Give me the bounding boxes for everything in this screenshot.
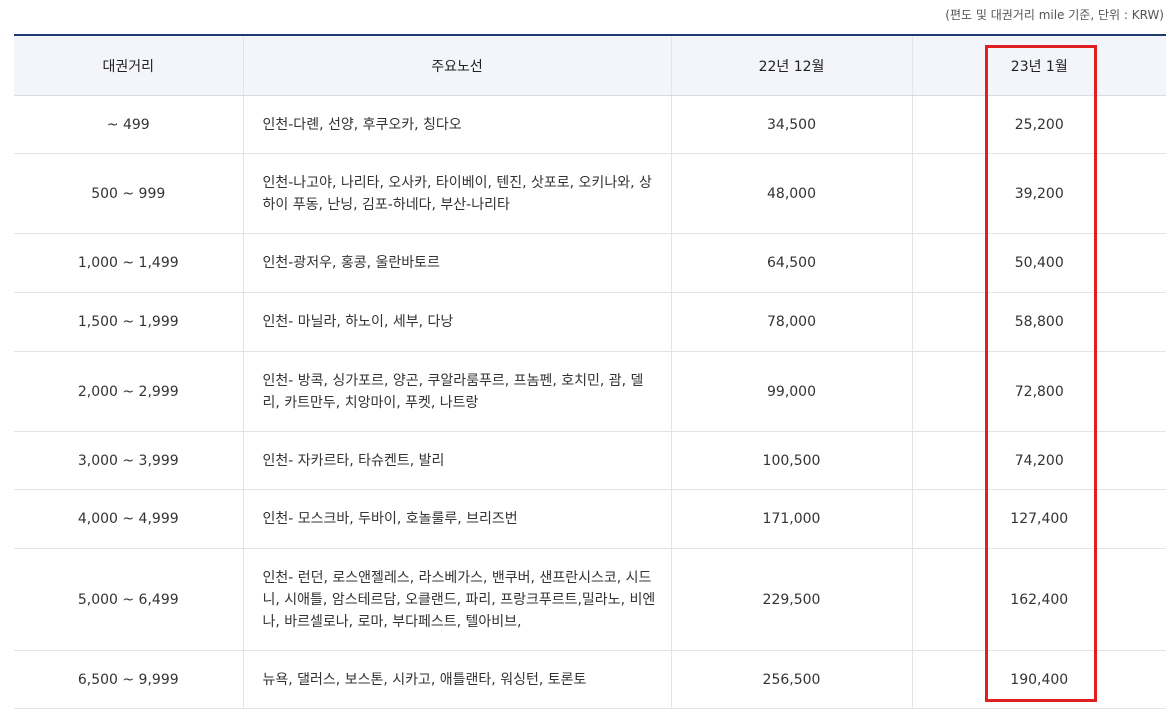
- dec22-cell: 34,500: [670, 95, 912, 154]
- table-row: 4,000 ~ 4,999 인천- 모스크바, 두바이, 호놀룰루, 브리즈번 …: [14, 489, 1166, 549]
- routes-cell: 인천- 런던, 로스앤젤레스, 라스베가스, 밴쿠버, 샌프란시스코, 시드니,…: [242, 548, 671, 651]
- routes-cell: 인천- 자카르타, 타슈켄트, 발리: [242, 431, 671, 490]
- routes-cell: 인천-다롄, 선양, 후쿠오카, 칭다오: [242, 95, 671, 154]
- distance-cell: 4,000 ~ 4,999: [14, 489, 243, 549]
- jan23-cell: 74,200: [911, 431, 1166, 490]
- table-row: 1,000 ~ 1,499 인천-광저우, 홍콩, 울란바토르 64,500 5…: [14, 233, 1166, 293]
- distance-cell: 3,000 ~ 3,999: [14, 431, 243, 490]
- unit-note: (편도 및 대권거리 mile 기준, 단위 : KRW): [945, 8, 1164, 22]
- header-distance: 대권거리: [14, 35, 243, 96]
- distance-cell: 5,000 ~ 6,499: [14, 548, 243, 651]
- distance-cell: ~ 499: [14, 95, 243, 154]
- header-row: 대권거리 주요노선 22년 12월 23년 1월: [14, 35, 1166, 96]
- fare-table: 대권거리 주요노선 22년 12월 23년 1월 ~ 499 인천-다롄, 선양…: [14, 34, 1166, 709]
- dec22-cell: 99,000: [670, 351, 912, 432]
- header-dec22: 22년 12월: [670, 35, 912, 96]
- table-row: 5,000 ~ 6,499 인천- 런던, 로스앤젤레스, 라스베가스, 밴쿠버…: [14, 548, 1166, 651]
- dec22-cell: 48,000: [670, 153, 912, 234]
- dec22-cell: 64,500: [670, 233, 912, 293]
- header-routes: 주요노선: [242, 35, 671, 96]
- table-row: 2,000 ~ 2,999 인천- 방콕, 싱가포르, 양곤, 쿠알라룸푸르, …: [14, 351, 1166, 432]
- routes-cell: 인천- 모스크바, 두바이, 호놀룰루, 브리즈번: [242, 489, 671, 549]
- routes-cell: 인천-광저우, 홍콩, 울란바토르: [242, 233, 671, 293]
- jan23-cell: 127,400: [911, 489, 1166, 549]
- table-row: 500 ~ 999 인천-나고야, 나리타, 오사카, 타이베이, 텐진, 삿포…: [14, 153, 1166, 234]
- routes-cell: 인천-나고야, 나리타, 오사카, 타이베이, 텐진, 삿포로, 오키나와, 상…: [242, 153, 671, 234]
- jan23-cell: 50,400: [911, 233, 1166, 293]
- routes-cell: 인천- 방콕, 싱가포르, 양곤, 쿠알라룸푸르, 프놈펜, 호치민, 괌, 델…: [242, 351, 671, 432]
- distance-cell: 2,000 ~ 2,999: [14, 351, 243, 432]
- jan23-cell: 72,800: [911, 351, 1166, 432]
- table-row: 6,500 ~ 9,999 뉴욕, 댈러스, 보스톤, 시카고, 애틀랜타, 워…: [14, 650, 1166, 709]
- distance-cell: 1,000 ~ 1,499: [14, 233, 243, 293]
- table-row: 3,000 ~ 3,999 인천- 자카르타, 타슈켄트, 발리 100,500…: [14, 431, 1166, 490]
- distance-cell: 1,500 ~ 1,999: [14, 292, 243, 352]
- routes-cell: 인천- 마닐라, 하노이, 세부, 다낭: [242, 292, 671, 352]
- dec22-cell: 100,500: [670, 431, 912, 490]
- jan23-cell: 162,400: [911, 548, 1166, 651]
- jan23-cell: 190,400: [911, 650, 1166, 709]
- header-jan23: 23년 1월: [911, 35, 1166, 96]
- routes-cell: 뉴욕, 댈러스, 보스톤, 시카고, 애틀랜타, 워싱턴, 토론토: [242, 650, 671, 709]
- distance-cell: 6,500 ~ 9,999: [14, 650, 243, 709]
- jan23-cell: 39,200: [911, 153, 1166, 234]
- distance-cell: 500 ~ 999: [14, 153, 243, 234]
- jan23-cell: 58,800: [911, 292, 1166, 352]
- dec22-cell: 171,000: [670, 489, 912, 549]
- dec22-cell: 229,500: [670, 548, 912, 651]
- table-row: ~ 499 인천-다롄, 선양, 후쿠오카, 칭다오 34,500 25,200: [14, 95, 1166, 154]
- dec22-cell: 78,000: [670, 292, 912, 352]
- dec22-cell: 256,500: [670, 650, 912, 709]
- jan23-cell: 25,200: [911, 95, 1166, 154]
- table-row: 1,500 ~ 1,999 인천- 마닐라, 하노이, 세부, 다낭 78,00…: [14, 292, 1166, 352]
